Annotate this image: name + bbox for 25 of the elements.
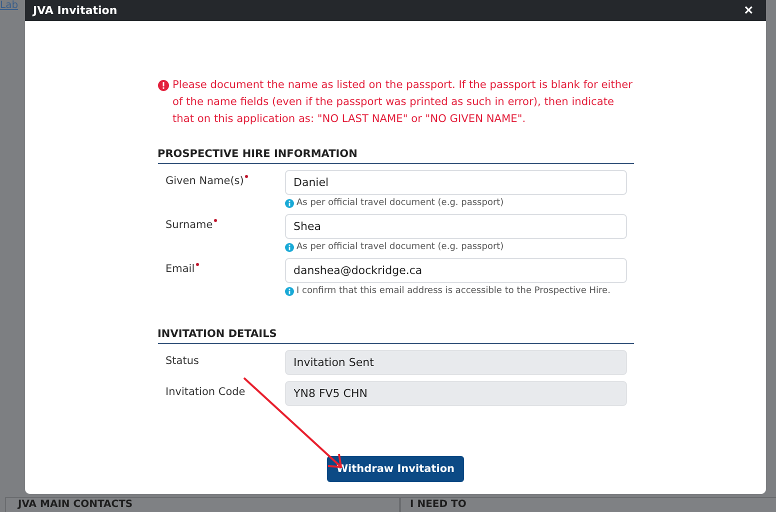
section-heading: INVITATION DETAILS (158, 328, 634, 344)
field-label: Surname (166, 219, 213, 231)
field-label: Email (166, 263, 195, 275)
section-heading: I NEED TO (410, 499, 466, 511)
info-icon (284, 242, 294, 252)
section-heading: JVA MAIN CONTACTS (18, 499, 133, 511)
field-label: Status (166, 355, 199, 367)
info-icon (284, 286, 294, 296)
dialog-title: JVA Invitation (33, 4, 118, 17)
field-hint: I confirm that this email address is accessible to the Prospective Hire. (296, 286, 610, 296)
text-field[interactable]: Invitation Sent (284, 350, 626, 375)
text-field[interactable]: YN8 FV5 CHN (284, 381, 626, 406)
field-label: Invitation Code (166, 386, 246, 398)
text-field[interactable]: Shea (284, 214, 626, 239)
field-hint: As per official travel document (e.g. passport) (296, 242, 504, 252)
close-button[interactable]: × (744, 3, 753, 18)
warning-message: Please document the name as listed on the passport. If the passport is blank for either of the name fields (even if the passport was printed as such in error), then indicate that on this application as: "NO LAST NAME" or "NO GIVEN NAME". (172, 78, 634, 127)
text-field[interactable]: danshea@dockridge.ca (284, 258, 626, 283)
info-icon (284, 198, 294, 208)
text-field[interactable]: Daniel (284, 170, 626, 195)
field-hint: As per official travel document (e.g. passport) (296, 198, 504, 208)
section-heading: PROSPECTIVE HIRE INFORMATION (158, 148, 634, 164)
alert-icon (158, 80, 168, 91)
field-label: Given Name(s) (166, 175, 244, 187)
withdraw-button[interactable]: Withdraw Invitation (327, 456, 464, 482)
